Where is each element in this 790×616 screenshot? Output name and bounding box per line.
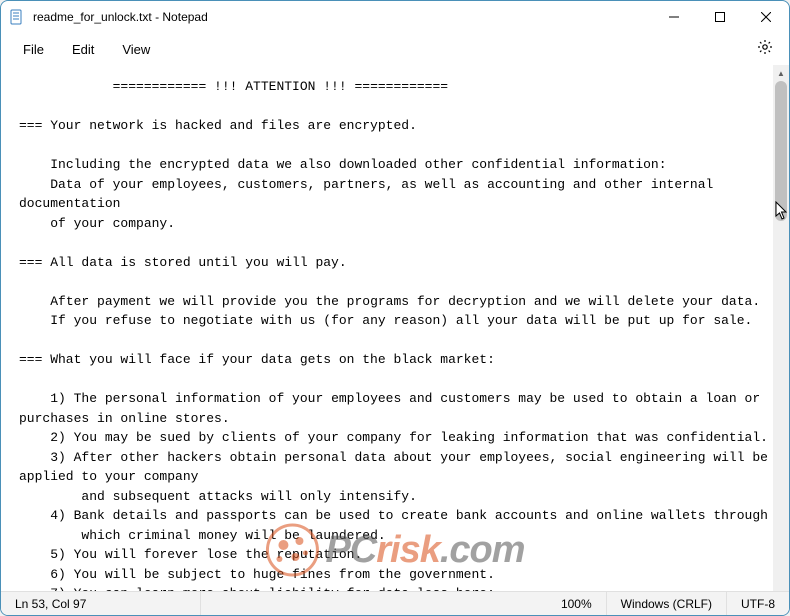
- notepad-window: readme_for_unlock.txt - Notepad File Edi…: [0, 0, 790, 616]
- minimize-button[interactable]: [651, 1, 697, 33]
- settings-button[interactable]: [749, 33, 781, 65]
- vertical-scrollbar[interactable]: ▲: [773, 65, 789, 591]
- statusbar: Ln 53, Col 97 100% Windows (CRLF) UTF-8: [1, 591, 789, 615]
- gear-icon: [757, 39, 773, 60]
- menubar: File Edit View: [1, 33, 789, 65]
- status-encoding: UTF-8: [727, 592, 789, 615]
- status-zoom[interactable]: 100%: [547, 592, 607, 615]
- status-cursor-pos: Ln 53, Col 97: [1, 592, 201, 615]
- window-title: readme_for_unlock.txt - Notepad: [33, 10, 651, 24]
- notepad-icon: [9, 9, 25, 25]
- menu-file[interactable]: File: [9, 38, 58, 61]
- scroll-up-arrow[interactable]: ▲: [773, 65, 789, 81]
- content-area: ============ !!! ATTENTION !!! =========…: [1, 65, 789, 591]
- close-button[interactable]: [743, 1, 789, 33]
- status-eol: Windows (CRLF): [607, 592, 727, 615]
- titlebar[interactable]: readme_for_unlock.txt - Notepad: [1, 1, 789, 33]
- menu-edit[interactable]: Edit: [58, 38, 108, 61]
- maximize-button[interactable]: [697, 1, 743, 33]
- scroll-thumb[interactable]: [775, 81, 787, 221]
- menu-view[interactable]: View: [108, 38, 164, 61]
- text-editor[interactable]: ============ !!! ATTENTION !!! =========…: [1, 65, 773, 591]
- window-controls: [651, 1, 789, 33]
